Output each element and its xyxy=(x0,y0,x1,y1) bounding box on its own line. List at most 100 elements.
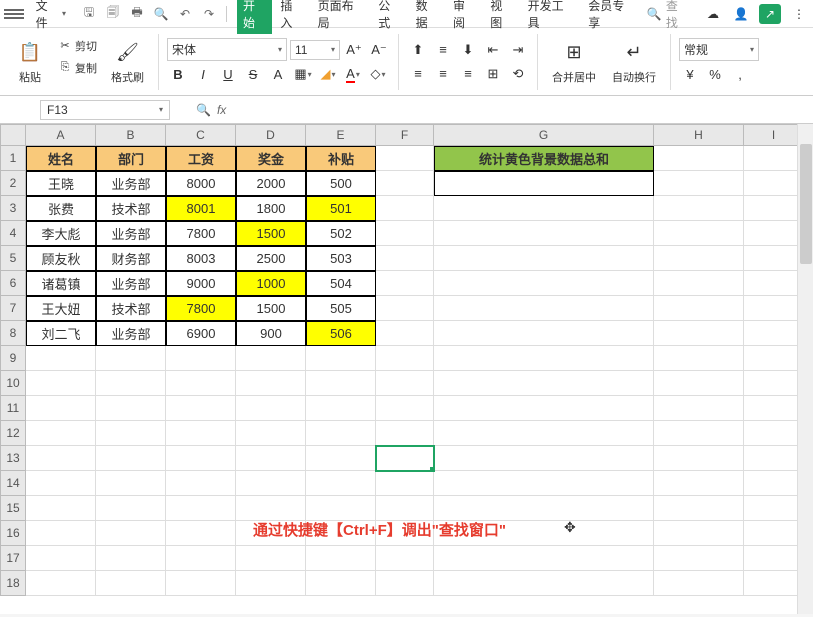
cell-B7[interactable]: 技术部 xyxy=(96,296,166,321)
name-box[interactable]: F13 ▾ xyxy=(40,100,170,120)
cell-F2[interactable] xyxy=(376,171,434,196)
paste-button[interactable]: 📋 粘贴 xyxy=(10,37,50,87)
cell-F17[interactable] xyxy=(376,546,434,571)
font-color-button[interactable]: A▾ xyxy=(342,63,364,85)
cell-H18[interactable] xyxy=(654,571,744,596)
cell-C9[interactable] xyxy=(166,346,236,371)
cell-H12[interactable] xyxy=(654,421,744,446)
cell-G4[interactable] xyxy=(434,221,654,246)
cell-F7[interactable] xyxy=(376,296,434,321)
underline-button[interactable]: U xyxy=(217,63,239,85)
cell-E5[interactable]: 503 xyxy=(306,246,376,271)
bold-button[interactable]: B xyxy=(167,63,189,85)
cell-D2[interactable]: 2000 xyxy=(236,171,306,196)
cell-H3[interactable] xyxy=(654,196,744,221)
cell-I8[interactable] xyxy=(744,321,804,346)
cell-C4[interactable]: 7800 xyxy=(166,221,236,246)
cell-D1[interactable]: 奖金 xyxy=(236,146,306,171)
cell-H8[interactable] xyxy=(654,321,744,346)
cell-F10[interactable] xyxy=(376,371,434,396)
row-header-9[interactable]: 9 xyxy=(0,346,26,371)
cell-I9[interactable] xyxy=(744,346,804,371)
cell-B4[interactable]: 业务部 xyxy=(96,221,166,246)
cell-E9[interactable] xyxy=(306,346,376,371)
cell-C5[interactable]: 8003 xyxy=(166,246,236,271)
file-menu[interactable]: 文件 ▾ xyxy=(28,0,74,33)
cell-E7[interactable]: 505 xyxy=(306,296,376,321)
cell-G12[interactable] xyxy=(434,421,654,446)
indent-right-button[interactable]: ⇥ xyxy=(507,39,529,61)
align-bottom-button[interactable]: ⬇ xyxy=(457,39,479,61)
cell-G13[interactable] xyxy=(434,446,654,471)
cell-D13[interactable] xyxy=(236,446,306,471)
font-effect-button[interactable]: A xyxy=(267,63,289,85)
cell-C15[interactable] xyxy=(166,496,236,521)
cell-D15[interactable] xyxy=(236,496,306,521)
cell-F6[interactable] xyxy=(376,271,434,296)
cell-A16[interactable] xyxy=(26,521,96,546)
cell-G11[interactable] xyxy=(434,396,654,421)
percent-button[interactable]: % xyxy=(704,63,726,85)
distribute-button[interactable]: ⊞ xyxy=(482,63,504,85)
row-header-10[interactable]: 10 xyxy=(0,371,26,396)
cell-E6[interactable]: 504 xyxy=(306,271,376,296)
cell-E18[interactable] xyxy=(306,571,376,596)
tab-数据[interactable]: 数据 xyxy=(410,0,445,34)
tab-会员专享[interactable]: 会员专享 xyxy=(582,0,641,34)
cell-A6[interactable]: 诸葛镇 xyxy=(26,271,96,296)
cell-F12[interactable] xyxy=(376,421,434,446)
cloud-icon[interactable]: ☁ xyxy=(703,4,723,24)
row-header-15[interactable]: 15 xyxy=(0,496,26,521)
font-name-select[interactable]: 宋体▾ xyxy=(167,38,287,61)
cell-E10[interactable] xyxy=(306,371,376,396)
cell-F18[interactable] xyxy=(376,571,434,596)
cell-H11[interactable] xyxy=(654,396,744,421)
cell-D8[interactable]: 900 xyxy=(236,321,306,346)
cell-G10[interactable] xyxy=(434,371,654,396)
cell-E13[interactable] xyxy=(306,446,376,471)
cell-E15[interactable] xyxy=(306,496,376,521)
cell-B1[interactable]: 部门 xyxy=(96,146,166,171)
cell-C7[interactable]: 7800 xyxy=(166,296,236,321)
cell-A15[interactable] xyxy=(26,496,96,521)
cell-C16[interactable] xyxy=(166,521,236,546)
row-header-11[interactable]: 11 xyxy=(0,396,26,421)
selection-handle[interactable] xyxy=(430,467,434,471)
cell-B13[interactable] xyxy=(96,446,166,471)
tab-公式[interactable]: 公式 xyxy=(372,0,407,34)
row-header-5[interactable]: 5 xyxy=(0,246,26,271)
cell-C11[interactable] xyxy=(166,396,236,421)
cell-F4[interactable] xyxy=(376,221,434,246)
cell-A8[interactable]: 刘二飞 xyxy=(26,321,96,346)
increase-font-button[interactable]: A⁺ xyxy=(343,39,365,61)
cell-B11[interactable] xyxy=(96,396,166,421)
save-as-icon[interactable]: 🗐 xyxy=(104,5,122,23)
decrease-font-button[interactable]: A⁻ xyxy=(368,39,390,61)
formula-input[interactable] xyxy=(232,100,632,119)
tab-开始[interactable]: 开始 xyxy=(237,0,272,34)
cell-A17[interactable] xyxy=(26,546,96,571)
cell-I12[interactable] xyxy=(744,421,804,446)
row-header-18[interactable]: 18 xyxy=(0,571,26,596)
cell-H15[interactable] xyxy=(654,496,744,521)
currency-button[interactable]: ¥ xyxy=(679,63,701,85)
col-header-A[interactable]: A xyxy=(26,124,96,146)
cell-I18[interactable] xyxy=(744,571,804,596)
cell-C14[interactable] xyxy=(166,471,236,496)
cell-A12[interactable] xyxy=(26,421,96,446)
cell-D11[interactable] xyxy=(236,396,306,421)
cell-D5[interactable]: 2500 xyxy=(236,246,306,271)
tab-插入[interactable]: 插入 xyxy=(274,0,309,34)
col-header-G[interactable]: G xyxy=(434,124,654,146)
indent-left-button[interactable]: ⇤ xyxy=(482,39,504,61)
cell-H4[interactable] xyxy=(654,221,744,246)
col-header-B[interactable]: B xyxy=(96,124,166,146)
col-header-E[interactable]: E xyxy=(306,124,376,146)
cell-G2[interactable] xyxy=(434,171,654,196)
row-header-8[interactable]: 8 xyxy=(0,321,26,346)
cell-A10[interactable] xyxy=(26,371,96,396)
col-header-C[interactable]: C xyxy=(166,124,236,146)
cell-E11[interactable] xyxy=(306,396,376,421)
cell-F15[interactable] xyxy=(376,496,434,521)
cell-G6[interactable] xyxy=(434,271,654,296)
